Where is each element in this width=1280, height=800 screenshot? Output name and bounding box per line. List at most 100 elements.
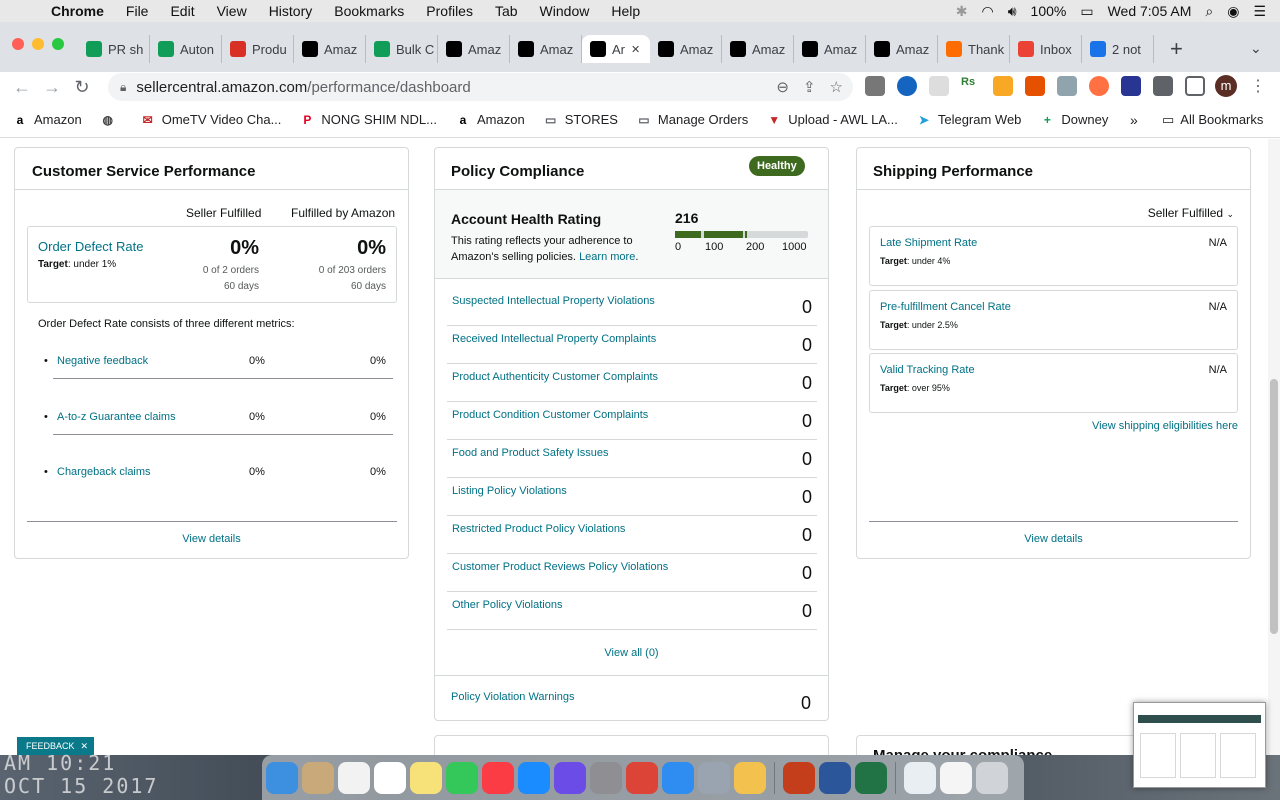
shipping-eligibilities-link[interactable]: View shipping eligibilities here (1092, 420, 1238, 432)
bookmark-item[interactable]: ▭ Manage Orders (636, 112, 748, 128)
metric-link[interactable]: Chargeback claims (57, 466, 151, 478)
powerpoint-icon[interactable] (783, 761, 815, 794)
extension-add-icon[interactable] (993, 76, 1013, 96)
metric-link[interactable]: Late Shipment Rate (880, 237, 977, 249)
bookmark-item[interactable]: + Downey (1039, 112, 1108, 128)
browser-tab[interactable]: PR sh (78, 35, 150, 63)
music-icon[interactable] (482, 761, 514, 794)
finder-icon[interactable] (266, 761, 298, 794)
bluetooth-icon[interactable]: ✱ (956, 3, 968, 20)
menu-tab[interactable]: Tab (484, 3, 529, 19)
siri-icon[interactable]: ◉ (1227, 3, 1239, 20)
app-store-icon[interactable] (518, 761, 550, 794)
extensions-puzzle-icon[interactable] (1153, 76, 1173, 96)
reload-button[interactable]: ↻ (67, 77, 97, 98)
menu-app-name[interactable]: Chrome (40, 3, 115, 19)
browser-tab[interactable]: Ar ✕ (582, 35, 650, 63)
browser-tab[interactable]: Produ (222, 35, 294, 63)
browser-tab[interactable]: Amaz (438, 35, 510, 63)
browser-tab[interactable]: Bulk C (366, 35, 438, 63)
all-bookmarks-button[interactable]: ▭ All Bookmarks (1162, 112, 1263, 128)
trash-icon[interactable] (976, 761, 1008, 794)
bookmark-item[interactable]: ▭ STORES (543, 112, 618, 128)
close-icon[interactable]: ✕ (81, 741, 89, 752)
order-defect-rate-link[interactable]: Order Defect Rate (38, 239, 144, 254)
back-button[interactable]: ← (7, 77, 37, 98)
browser-tab[interactable]: 2 not (1082, 35, 1154, 63)
metric-link[interactable]: Negative feedback (57, 355, 148, 367)
browser-tab[interactable]: Amaz (650, 35, 722, 63)
scrollbar-thumb[interactable] (1270, 379, 1278, 634)
facetime-icon[interactable] (446, 761, 478, 794)
screenshot-thumbnail[interactable] (1133, 702, 1266, 788)
violation-link[interactable]: Product Authenticity Customer Complaints (452, 371, 658, 383)
violation-link[interactable]: Listing Policy Violations (452, 485, 567, 497)
extension-link-icon[interactable] (1057, 76, 1077, 96)
menu-help[interactable]: Help (600, 3, 651, 19)
browser-tab[interactable]: Thank (938, 35, 1010, 63)
contacts-icon[interactable] (302, 761, 334, 794)
metric-link[interactable]: Pre-fulfillment Cancel Rate (880, 301, 1011, 313)
system-preferences-icon[interactable] (590, 761, 622, 794)
view-details-link[interactable]: View details (857, 533, 1250, 545)
excel-icon[interactable] (855, 761, 887, 794)
photos-icon[interactable] (734, 761, 766, 794)
preview-icon[interactable] (904, 761, 936, 794)
browser-tab[interactable]: Amaz (722, 35, 794, 63)
bookmark-item[interactable]: a Amazon (12, 112, 82, 128)
extension-off2-icon[interactable] (1025, 76, 1045, 96)
extension-f-icon[interactable] (1121, 76, 1141, 96)
bookmark-star-icon[interactable]: ☆ (830, 78, 843, 96)
browser-tab[interactable]: Amaz (294, 35, 366, 63)
bookmark-item[interactable]: ▼ Upload - AWL LA... (766, 112, 898, 128)
browser-tab[interactable]: Amaz (794, 35, 866, 63)
metric-link[interactable]: Valid Tracking Rate (880, 364, 975, 376)
menu-view[interactable]: View (206, 3, 258, 19)
share-icon[interactable]: ⇪ (803, 78, 816, 96)
browser-tab[interactable]: Inbox (1010, 35, 1082, 63)
reminders-icon[interactable] (338, 761, 370, 794)
extension-stamp-icon[interactable] (929, 76, 949, 96)
side-panel-icon[interactable] (1185, 76, 1205, 96)
browser-tab[interactable]: Auton (150, 35, 222, 63)
close-window-button[interactable] (12, 38, 24, 50)
forward-button[interactable]: → (37, 77, 67, 98)
view-details-link[interactable]: View details (15, 533, 408, 545)
bookmark-item[interactable]: ◍ (100, 112, 122, 128)
violation-link[interactable]: Customer Product Reviews Policy Violatio… (452, 561, 668, 573)
violation-link[interactable]: Food and Product Safety Issues (452, 447, 609, 459)
policy-warnings-link[interactable]: Policy Violation Warnings (451, 691, 575, 703)
spotlight-search-icon[interactable]: ⌕ (1205, 3, 1213, 20)
menu-profiles[interactable]: Profiles (415, 3, 484, 19)
violation-link[interactable]: Restricted Product Policy Violations (452, 523, 625, 535)
zoom-window-button[interactable] (52, 38, 64, 50)
profile-avatar[interactable]: m (1215, 75, 1237, 97)
violation-link[interactable]: Other Policy Violations (452, 599, 562, 611)
browser-tab[interactable]: Amaz (866, 35, 938, 63)
menu-bookmarks[interactable]: Bookmarks (323, 3, 415, 19)
bookmark-item[interactable]: P NONG SHIM NDL... (299, 112, 437, 128)
siri-icon[interactable] (554, 761, 586, 794)
safari-icon[interactable] (662, 761, 694, 794)
violation-link[interactable]: Product Condition Customer Complaints (452, 409, 648, 421)
violation-link[interactable]: Suspected Intellectual Property Violatio… (452, 295, 655, 307)
violation-link[interactable]: Received Intellectual Property Complaint… (452, 333, 656, 345)
menubar-clock[interactable]: Wed 7:05 AM (1108, 3, 1192, 19)
menu-history[interactable]: History (258, 3, 324, 19)
control-center-icon[interactable]: ☰ (1253, 3, 1266, 20)
menu-edit[interactable]: Edit (159, 3, 205, 19)
lock-icon[interactable]: 🔒︎ (120, 80, 126, 95)
page-scrollbar[interactable] (1268, 139, 1280, 755)
view-all-link[interactable]: View all (0) (435, 647, 828, 659)
tab-search-chevron-icon[interactable]: ⌄ (1250, 40, 1262, 57)
new-tab-button[interactable]: + (1170, 36, 1183, 62)
bookmark-item[interactable]: ➤ Telegram Web (916, 112, 1022, 128)
extension-globe-icon[interactable] (897, 76, 917, 96)
document-icon[interactable] (940, 761, 972, 794)
learn-more-link[interactable]: Learn more (579, 251, 635, 263)
menu-window[interactable]: Window (529, 3, 601, 19)
launchpad-icon[interactable] (698, 761, 730, 794)
menu-file[interactable]: File (115, 3, 160, 19)
notes-icon[interactable] (410, 761, 442, 794)
bookmarks-overflow-button[interactable]: » (1130, 112, 1138, 128)
